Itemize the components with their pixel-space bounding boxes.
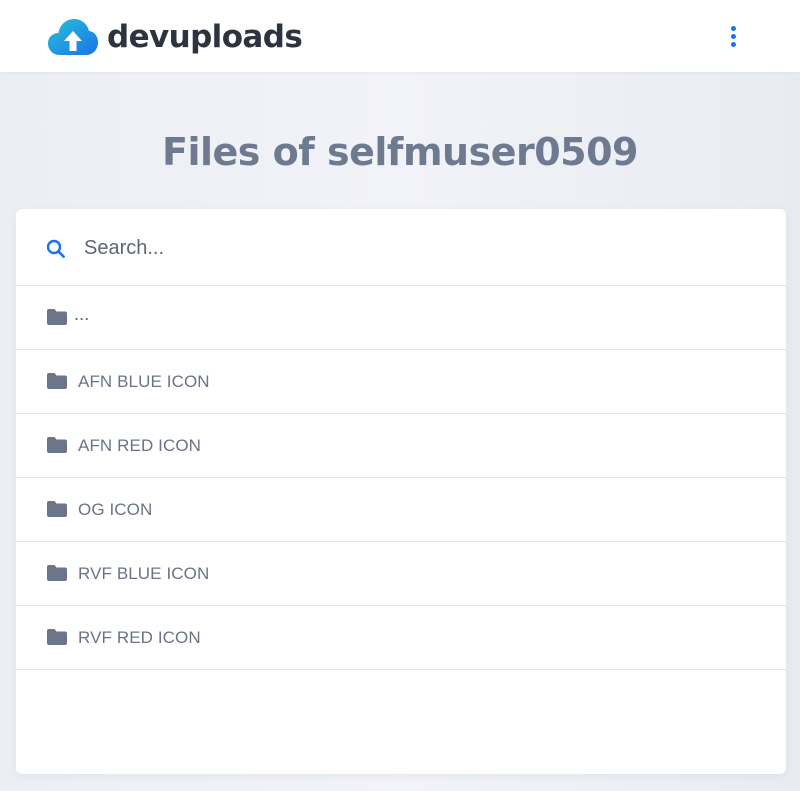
- file-browser-panel: ... AFN BLUE ICON AFN RED ICON OG ICON R…: [16, 209, 786, 774]
- folder-row[interactable]: RVF RED ICON: [16, 606, 786, 670]
- folder-icon: [47, 565, 67, 581]
- cloud-upload-icon: [48, 19, 98, 55]
- folder-row[interactable]: AFN BLUE ICON: [16, 350, 786, 414]
- brand-name: devuploads: [107, 19, 303, 55]
- folder-name: RVF BLUE ICON: [78, 564, 210, 583]
- folder-icon: [47, 501, 67, 517]
- vertical-ellipsis-icon: [730, 25, 736, 31]
- folder-icon: [47, 373, 67, 389]
- top-header: devuploads: [0, 0, 800, 72]
- folder-row[interactable]: AFN RED ICON: [16, 414, 786, 478]
- folder-name: OG ICON: [78, 500, 153, 519]
- page-title: Files of selfmuser0509: [162, 130, 639, 174]
- folder-icon: [47, 309, 67, 325]
- search-input[interactable]: [84, 229, 744, 267]
- brand-logo[interactable]: devuploads: [47, 15, 303, 59]
- folder-name: AFN BLUE ICON: [78, 372, 210, 391]
- search-bar: [16, 209, 786, 286]
- parent-folder-row[interactable]: ...: [16, 286, 786, 350]
- search-icon: [46, 239, 65, 258]
- folder-row[interactable]: RVF BLUE ICON: [16, 542, 786, 606]
- folder-row[interactable]: OG ICON: [16, 478, 786, 542]
- folder-name: AFN RED ICON: [78, 436, 202, 455]
- parent-folder-label: ...: [74, 304, 90, 324]
- folder-icon: [47, 629, 67, 645]
- folder-name: RVF RED ICON: [78, 628, 201, 647]
- more-menu-button[interactable]: [720, 20, 746, 52]
- folder-icon: [47, 437, 67, 453]
